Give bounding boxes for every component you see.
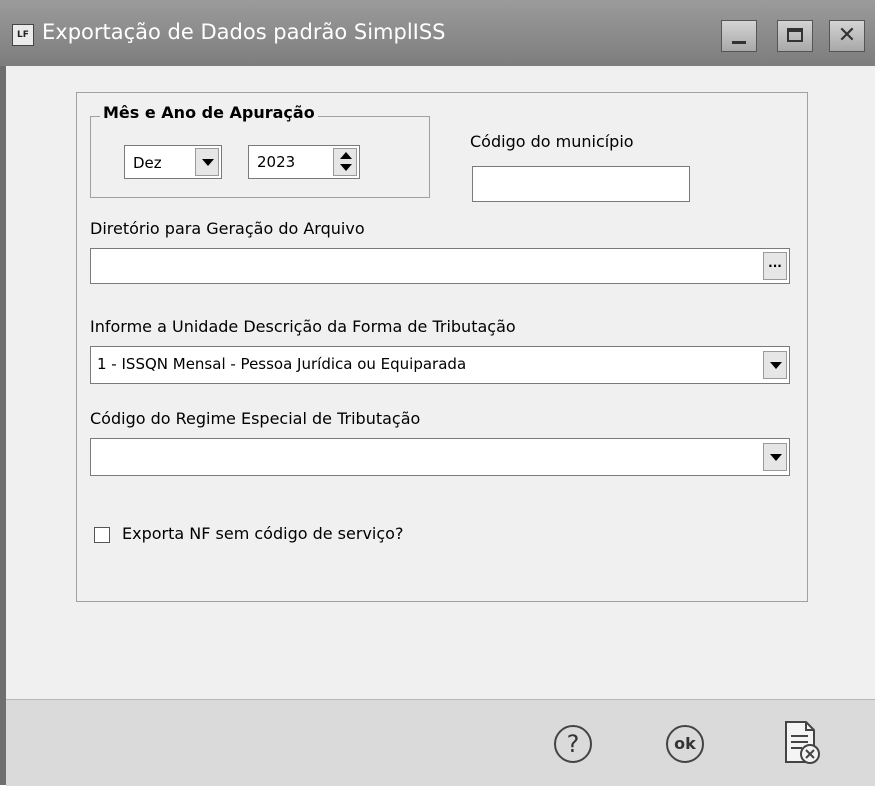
export-nf-checkbox[interactable]: [94, 527, 110, 543]
regime-label: Código do Regime Especial de Tributação: [90, 409, 421, 428]
tributacao-dropdown-button[interactable]: [763, 351, 787, 379]
chevron-down-icon: [770, 454, 782, 461]
spin-up-icon[interactable]: [340, 152, 352, 159]
app-icon: LF: [12, 24, 34, 46]
minimize-icon: [732, 41, 746, 44]
tributacao-label: Informe a Unidade Descrição da Forma de …: [90, 317, 516, 336]
municipio-label: Código do município: [470, 132, 634, 151]
footer-bar: ? ok: [6, 699, 875, 786]
regime-combobox[interactable]: [90, 438, 790, 476]
minimize-button[interactable]: [721, 20, 757, 52]
directory-input[interactable]: ...: [90, 248, 790, 284]
regime-dropdown-button[interactable]: [763, 443, 787, 471]
month-dropdown-button[interactable]: [195, 148, 219, 176]
year-spinner[interactable]: 2023: [248, 145, 360, 179]
help-icon[interactable]: ?: [554, 725, 592, 763]
browse-button[interactable]: ...: [763, 252, 787, 280]
year-value: 2023: [257, 153, 296, 171]
maximize-icon: [787, 28, 803, 42]
client-area: Mês e Ano de Apuração Dez 2023 Código do…: [6, 66, 875, 786]
spin-down-icon[interactable]: [340, 164, 352, 171]
export-nf-label[interactable]: Exporta NF sem código de serviço?: [122, 524, 403, 543]
title-bar[interactable]: LF Exportação de Dados padrão SimplISS ✕: [0, 0, 875, 66]
maximize-button[interactable]: [777, 20, 813, 52]
ok-icon[interactable]: ok: [666, 725, 704, 763]
chevron-down-icon: [770, 362, 782, 369]
period-group-legend: Mês e Ano de Apuração: [100, 103, 318, 122]
close-button[interactable]: ✕: [829, 20, 865, 52]
year-spin-buttons[interactable]: [333, 148, 357, 176]
directory-label: Diretório para Geração do Arquivo: [90, 219, 365, 238]
close-icon: ✕: [837, 23, 857, 48]
month-combobox[interactable]: Dez: [124, 145, 222, 179]
municipio-input[interactable]: [472, 166, 690, 202]
month-value: Dez: [133, 154, 162, 172]
export-window: LF Exportação de Dados padrão SimplISS ✕…: [0, 0, 875, 786]
tributacao-value: 1 - ISSQN Mensal - Pessoa Jurídica ou Eq…: [97, 355, 467, 373]
exit-document-icon[interactable]: [782, 720, 822, 770]
window-title: Exportação de Dados padrão SimplISS: [42, 20, 446, 44]
tributacao-combobox[interactable]: 1 - ISSQN Mensal - Pessoa Jurídica ou Eq…: [90, 346, 790, 384]
chevron-down-icon: [202, 159, 214, 166]
